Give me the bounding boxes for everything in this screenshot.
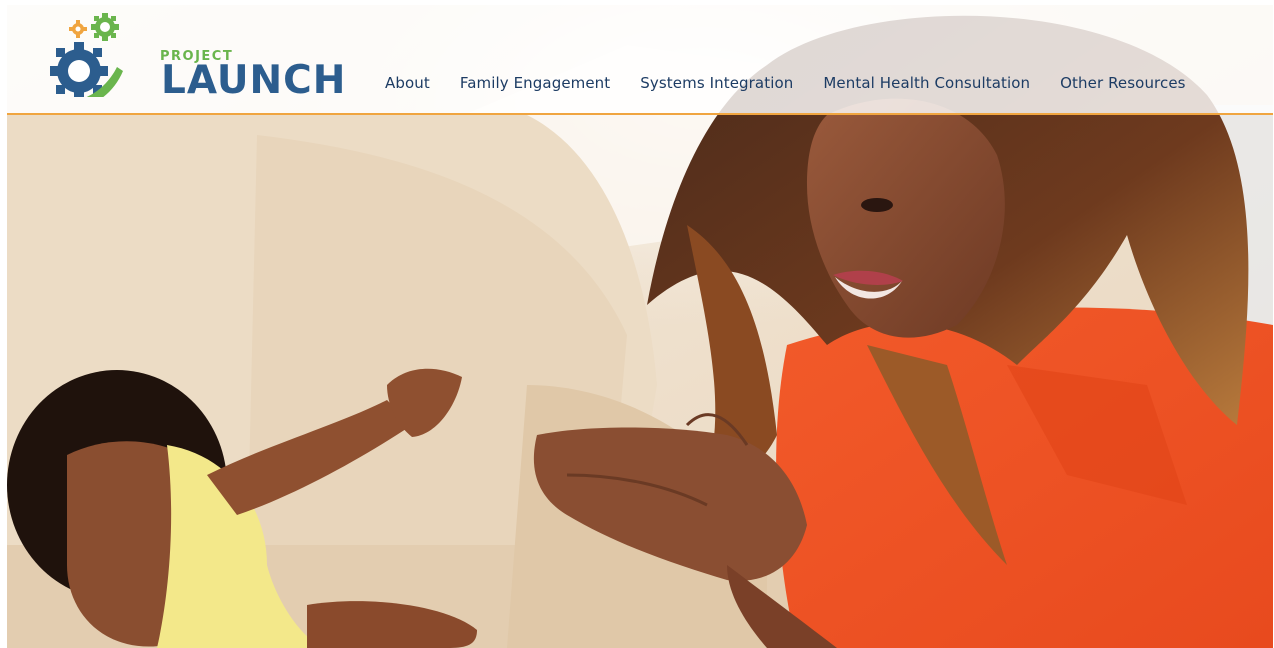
nav-systems-integration[interactable]: Systems Integration	[640, 74, 793, 92]
page-frame: PROJECT LAUNCH About Family Engagement S…	[7, 5, 1273, 648]
nav-about[interactable]: About	[385, 74, 430, 92]
site-header: PROJECT LAUNCH About Family Engagement S…	[7, 5, 1273, 115]
main-nav: About Family Engagement Systems Integrat…	[385, 71, 1186, 95]
project-launch-logo[interactable]: PROJECT LAUNCH	[49, 13, 345, 100]
logo-launch-text: LAUNCH	[161, 58, 347, 103]
nav-mental-health-consultation[interactable]: Mental Health Consultation	[823, 74, 1030, 92]
nav-other-resources[interactable]: Other Resources	[1060, 74, 1185, 92]
gears-icon	[50, 13, 123, 97]
nav-family-engagement[interactable]: Family Engagement	[460, 74, 610, 92]
